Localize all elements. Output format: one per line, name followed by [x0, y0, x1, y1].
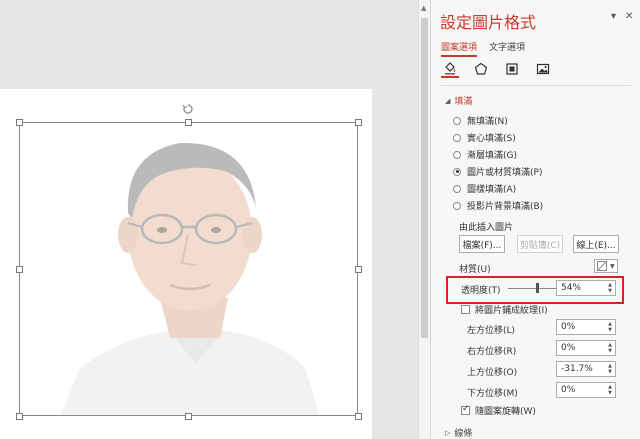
pane-tabs: 圖案選項 文字選項: [441, 40, 525, 57]
rotate-with-shape-checkbox[interactable]: [461, 404, 470, 415]
radio-button[interactable]: [453, 184, 461, 193]
picture-icon[interactable]: [534, 60, 552, 78]
resize-handle-left[interactable]: [16, 266, 23, 273]
resize-handle-bottom-left[interactable]: [16, 413, 23, 420]
fill-section-header[interactable]: ◢ 填滿: [445, 94, 473, 108]
selected-picture[interactable]: [19, 122, 358, 416]
radio-button[interactable]: [453, 201, 461, 210]
tab-shape-options[interactable]: 圖案選項: [441, 40, 478, 57]
pane-divider: [441, 85, 631, 86]
resize-handle-right[interactable]: [355, 266, 362, 273]
radio-label: 實心填滿(S): [467, 134, 516, 144]
collapse-triangle-icon: ◢: [445, 96, 451, 105]
resize-handle-top-left[interactable]: [16, 119, 23, 126]
online-button[interactable]: 線上(E)...: [573, 235, 619, 253]
radio-solid-fill[interactable]: 實心填滿(S): [453, 131, 516, 144]
file-button[interactable]: 檔案(F)...: [459, 235, 505, 253]
category-icons: [441, 60, 552, 78]
spinner-arrows-icon[interactable]: ▲ ▼: [605, 320, 615, 334]
radio-button[interactable]: [453, 133, 461, 142]
radio-no-fill[interactable]: 無填滿(N): [453, 114, 508, 127]
resize-handle-top[interactable]: [185, 119, 192, 126]
line-section-label: 線條: [454, 429, 473, 439]
offset-left-spinner[interactable]: 0% ▲ ▼: [556, 319, 616, 335]
texture-swatch-icon: [597, 261, 607, 271]
fill-line-icon[interactable]: [441, 60, 459, 78]
radio-pattern-fill[interactable]: 圖樣填滿(A): [453, 182, 516, 195]
rotate-with-shape-label: 隨圖案旋轉(W): [475, 407, 536, 417]
clipboard-button[interactable]: 剪貼簿(C): [517, 235, 563, 253]
fill-section-label: 填滿: [454, 97, 473, 107]
offset-right-label: 右方位移(R): [467, 347, 517, 357]
radio-label: 漸層填滿(G): [467, 151, 517, 161]
offset-top-label: 上方位移(O): [467, 368, 518, 378]
radio-label: 投影片背景填滿(B): [467, 202, 544, 212]
offset-right-value[interactable]: 0%: [557, 343, 605, 353]
scrollbar-thumb[interactable]: [421, 18, 428, 338]
offset-bottom-label: 下方位移(M): [467, 389, 518, 399]
format-picture-pane: 設定圖片格式 ▾ ✕ 圖案選項 文字選項 ◢ 填滿 無填滿(N) 實心填滿(S)…: [430, 0, 640, 439]
offset-top-spinner[interactable]: -31.7% ▲ ▼: [556, 361, 616, 377]
tile-checkbox[interactable]: [461, 305, 470, 314]
rotate-with-shape-checkbox-row[interactable]: 隨圖案旋轉(W): [461, 404, 536, 417]
radio-label: 無填滿(N): [467, 117, 508, 127]
pane-options-icon[interactable]: ▾: [611, 11, 616, 22]
texture-picker[interactable]: ▼: [594, 259, 618, 273]
size-properties-icon[interactable]: [503, 60, 521, 78]
offset-left-label: 左方位移(L): [467, 326, 516, 336]
portrait-photo: [20, 123, 357, 415]
radio-button[interactable]: [453, 116, 461, 125]
tab-text-options[interactable]: 文字選項: [489, 40, 525, 57]
expand-triangle-icon: ▷: [445, 428, 451, 437]
insert-from-label: 由此插入圖片: [459, 223, 514, 233]
scroll-up-icon[interactable]: ▲: [421, 4, 426, 12]
spinner-arrows-icon[interactable]: ▲ ▼: [605, 383, 615, 397]
radio-label: 圖片或材質填滿(P): [467, 168, 543, 178]
resize-handle-bottom[interactable]: [185, 413, 192, 420]
radio-gradient-fill[interactable]: 漸層填滿(G): [453, 148, 517, 161]
tile-label: 將圖片鋪成紋理(I): [475, 306, 548, 316]
canvas-scrollbar[interactable]: ▲: [418, 0, 430, 439]
effects-pentagon-icon[interactable]: [472, 60, 490, 78]
offset-top-value[interactable]: -31.7%: [557, 364, 605, 374]
tile-picture-checkbox-row[interactable]: 將圖片鋪成紋理(I): [461, 303, 548, 316]
radio-button[interactable]: [453, 150, 461, 159]
radio-label: 圖樣填滿(A): [467, 185, 517, 195]
spinner-arrows-icon[interactable]: ▲ ▼: [605, 341, 615, 355]
slide-canvas: [0, 0, 418, 439]
chevron-down-icon: ▼: [610, 262, 615, 270]
offset-bottom-value[interactable]: 0%: [557, 385, 605, 395]
pane-title: 設定圖片格式: [440, 13, 537, 32]
offset-right-spinner[interactable]: 0% ▲ ▼: [556, 340, 616, 356]
rotate-handle-icon[interactable]: [182, 103, 194, 115]
radio-button-selected[interactable]: [453, 167, 461, 176]
close-icon[interactable]: ✕: [625, 11, 633, 22]
offset-left-value[interactable]: 0%: [557, 322, 605, 332]
transparency-highlight-box: [446, 276, 624, 304]
spinner-arrows-icon[interactable]: ▲ ▼: [605, 362, 615, 376]
resize-handle-top-right[interactable]: [355, 119, 362, 126]
radio-slide-background-fill[interactable]: 投影片背景填滿(B): [453, 199, 543, 212]
line-section-header[interactable]: ▷ 線條: [445, 426, 472, 439]
resize-handle-bottom-right[interactable]: [355, 413, 362, 420]
offset-bottom-spinner[interactable]: 0% ▲ ▼: [556, 382, 616, 398]
radio-picture-texture-fill[interactable]: 圖片或材質填滿(P): [453, 165, 542, 178]
texture-label: 材質(U): [459, 265, 491, 275]
